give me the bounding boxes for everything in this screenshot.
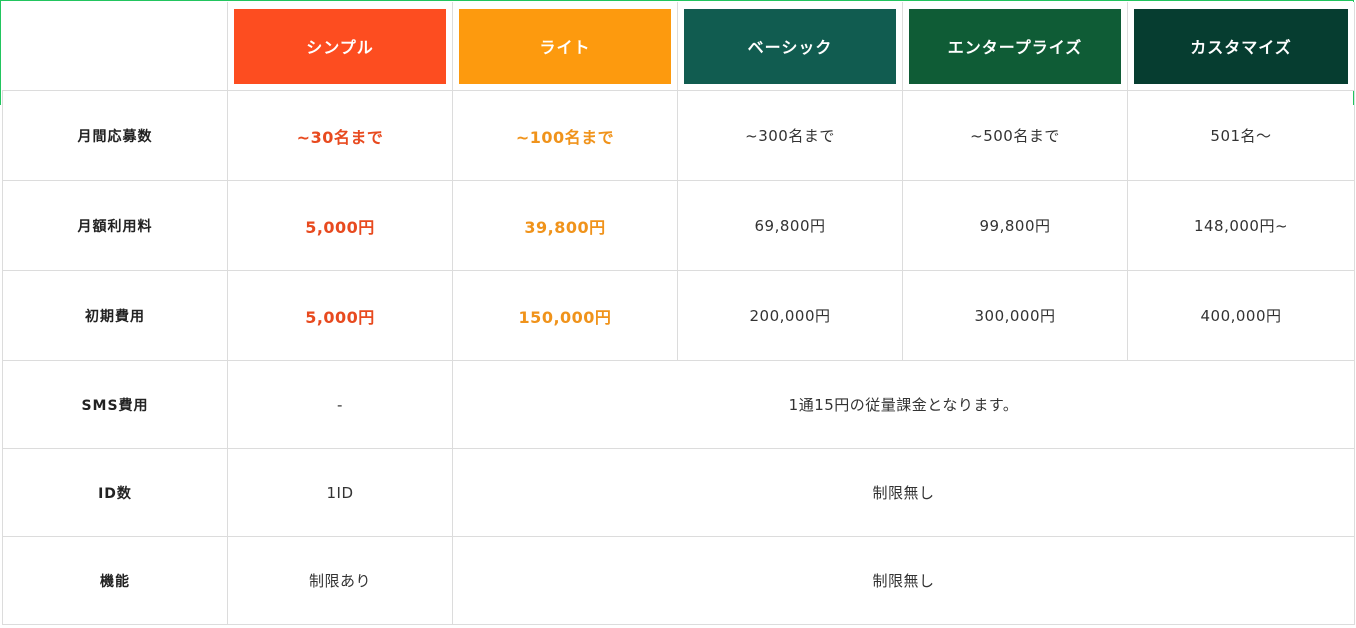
cell-value: -: [227, 360, 453, 449]
row-label: 初期費用: [2, 270, 228, 361]
corner-cell: [2, 2, 228, 91]
pricing-table: シンプル ライト ベーシック エンタープライズ カスタマイズ 月間応募数 ~30…: [2, 2, 1355, 625]
cell-value: ~30名まで: [227, 90, 453, 181]
plan-simple[interactable]: シンプル: [234, 8, 446, 84]
cell-value: 5,000円: [227, 180, 453, 271]
cell-value: 150,000円: [452, 270, 678, 361]
plan-light[interactable]: ライト: [459, 8, 671, 84]
cell-value: 5,000円: [227, 270, 453, 361]
row-initial-fee: 初期費用 5,000円 150,000円 200,000円 300,000円 4…: [2, 270, 1355, 361]
row-label: SMS費用: [2, 360, 228, 449]
plan-customize[interactable]: カスタマイズ: [1134, 8, 1348, 84]
cell-value: ~500名まで: [902, 90, 1128, 181]
cell-value: 39,800円: [452, 180, 678, 271]
cell-value: 148,000円~: [1127, 180, 1355, 271]
plan-basic[interactable]: ベーシック: [684, 8, 896, 84]
cell-value: 69,800円: [677, 180, 903, 271]
cell-value: 99,800円: [902, 180, 1128, 271]
row-sms-fee: SMS費用 - 1通15円の従量課金となります。: [2, 360, 1355, 449]
cell-value-merged: 制限無し: [452, 536, 1355, 625]
cell-value: 400,000円: [1127, 270, 1355, 361]
cell-value-merged: 制限無し: [452, 448, 1355, 537]
cell-value: 1ID: [227, 448, 453, 537]
row-label: 機能: [2, 536, 228, 625]
cell-value: ~100名まで: [452, 90, 678, 181]
row-label: 月間応募数: [2, 90, 228, 181]
row-label: 月額利用料: [2, 180, 228, 271]
cell-value: ~300名まで: [677, 90, 903, 181]
cell-value: 300,000円: [902, 270, 1128, 361]
row-applications: 月間応募数 ~30名まで ~100名まで ~300名まで ~500名まで 501…: [2, 90, 1355, 181]
row-label: ID数: [2, 448, 228, 537]
cell-value-merged: 1通15円の従量課金となります。: [452, 360, 1355, 449]
plan-enterprise[interactable]: エンタープライズ: [909, 8, 1121, 84]
cell-value: 200,000円: [677, 270, 903, 361]
row-monthly-fee: 月額利用料 5,000円 39,800円 69,800円 99,800円 148…: [2, 180, 1355, 271]
row-id-count: ID数 1ID 制限無し: [2, 448, 1355, 537]
cell-value: 501名〜: [1127, 90, 1355, 181]
plan-header-row: シンプル ライト ベーシック エンタープライズ カスタマイズ: [2, 2, 1355, 91]
cell-value: 制限あり: [227, 536, 453, 625]
row-features: 機能 制限あり 制限無し: [2, 536, 1355, 625]
